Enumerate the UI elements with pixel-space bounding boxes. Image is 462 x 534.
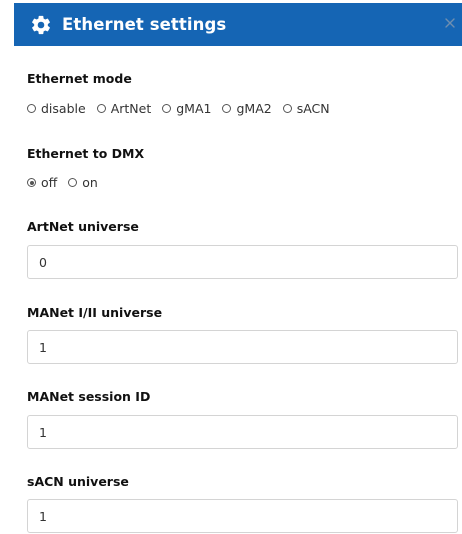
ethernet-settings-dialog: Ethernet settings Ethernet mode disable …	[0, 0, 462, 534]
dialog-title: Ethernet settings	[62, 15, 227, 34]
gear-icon	[30, 14, 52, 36]
radio-button[interactable]	[96, 104, 106, 113]
radio-button[interactable]	[68, 178, 78, 187]
ethernet-to-dmx-label: Ethernet to DMX	[27, 146, 145, 161]
ethernet-to-dmx-radio-group: off on	[27, 175, 109, 190]
radio-button[interactable]	[162, 104, 172, 113]
artnet-universe-label: ArtNet universe	[27, 219, 139, 234]
close-icon[interactable]	[442, 15, 458, 31]
ethernet-mode-option-disable[interactable]: disable	[27, 101, 86, 116]
ethernet-to-dmx-option-on[interactable]: on	[68, 175, 98, 190]
radio-button[interactable]	[27, 178, 36, 187]
radio-label: ArtNet	[110, 101, 152, 116]
ethernet-mode-label: Ethernet mode	[27, 71, 132, 86]
manet-session-id-input[interactable]	[27, 415, 458, 449]
sacn-universe-label: sACN universe	[27, 474, 129, 489]
dialog-titlebar: Ethernet settings	[14, 3, 462, 46]
manet-session-id-label: MANet session ID	[27, 389, 151, 404]
radio-label: disable	[41, 101, 86, 116]
manet-universe-input[interactable]	[27, 330, 458, 364]
radio-label: gMA2	[236, 101, 272, 116]
ethernet-mode-option-artnet[interactable]: ArtNet	[96, 101, 152, 116]
ethernet-to-dmx-option-off[interactable]: off	[27, 175, 57, 190]
radio-label: on	[82, 175, 98, 190]
ethernet-mode-radio-group: disable ArtNet gMA1 gMA2 sACN	[27, 101, 341, 116]
radio-label: sACN	[296, 101, 330, 116]
radio-label: off	[41, 175, 58, 190]
ethernet-mode-option-gma2[interactable]: gMA2	[222, 101, 272, 116]
sacn-universe-input[interactable]	[27, 499, 458, 533]
ethernet-mode-option-sacn[interactable]: sACN	[282, 101, 330, 116]
radio-label: gMA1	[176, 101, 212, 116]
ethernet-mode-option-gma1[interactable]: gMA1	[162, 101, 211, 116]
manet-universe-label: MANet I/II universe	[27, 305, 163, 320]
radio-button[interactable]	[222, 104, 232, 113]
artnet-universe-input[interactable]	[27, 245, 458, 279]
radio-button[interactable]	[27, 104, 36, 113]
radio-button[interactable]	[282, 104, 292, 113]
